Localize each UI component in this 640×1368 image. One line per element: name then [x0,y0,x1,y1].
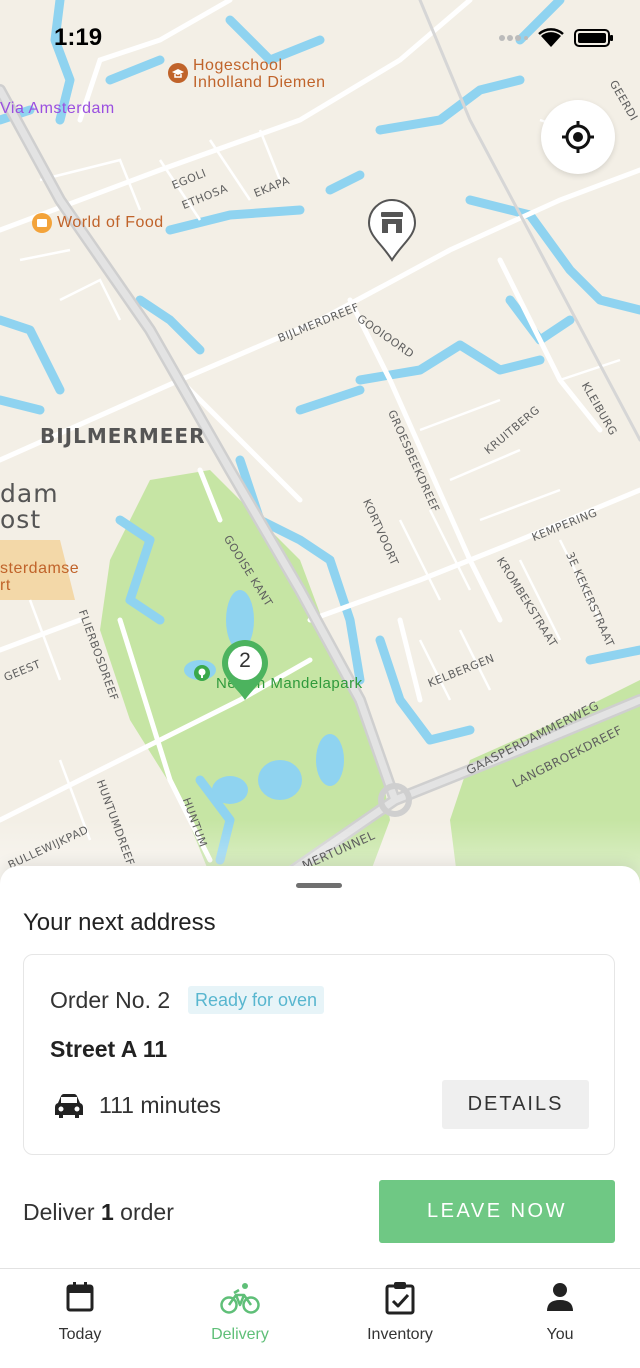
deliver-suffix: order [120,1199,174,1225]
person-icon [547,1283,573,1311]
sheet-title: Your next address [23,909,216,936]
tab-today[interactable]: Today [0,1269,160,1368]
deliver-summary: Deliver 1 order [23,1199,174,1226]
order-eta: 111 minutes [99,1092,221,1118]
map-label-amsterdamse-poort: sterdamse rt [0,560,80,594]
map-label-via-amsterdam: Via Amsterdam [0,100,115,117]
deliver-prefix: Deliver [23,1199,95,1225]
sheet-grabber[interactable] [296,883,342,888]
bottom-tab-bar: Today Delivery Inventory You [0,1268,640,1368]
tab-delivery[interactable]: Delivery [160,1269,320,1368]
map-label-world-of-food: World of Food [57,214,164,231]
car-icon [55,1094,83,1118]
tab-inventory[interactable]: Inventory [320,1269,480,1368]
cluster-count: 2 [239,649,251,672]
order-card[interactable]: Order No. 2 Ready for oven Street A 11 1… [23,954,615,1155]
map-label-amsterdam-oost: dam ost [0,479,59,534]
status-icons [498,28,614,48]
store-pin-icon [367,199,417,262]
order-address: Street A 11 [50,1036,168,1062]
map-view[interactable]: Hogeschool Inholland Diemen Via Amsterda… [0,0,640,900]
crosshair-icon [562,121,594,153]
bicycle-icon [220,1283,260,1314]
food-poi-icon [32,213,52,233]
order-cluster-pin[interactable]: 2 [220,638,270,707]
clipboard-check-icon [385,1282,415,1315]
tab-you[interactable]: You [480,1269,640,1368]
park-poi-icon [194,665,210,681]
order-number: Order No. 2 [50,987,171,1013]
tab-label-delivery: Delivery [211,1326,269,1343]
locate-me-button[interactable] [541,100,615,174]
tab-label-you: You [546,1326,574,1343]
store-location-pin[interactable] [366,198,418,267]
signal-icon [499,35,528,41]
battery-icon [574,29,613,47]
leave-now-button[interactable]: LEAVE NOW [379,1180,615,1243]
status-bar: 1:19 [0,0,640,80]
deliver-count: 1 [100,1199,114,1225]
tab-label-today: Today [58,1326,102,1343]
next-address-sheet: Your next address Order No. 2 Ready for … [0,866,640,1268]
status-time: 1:19 [54,24,103,51]
tab-label-inventory: Inventory [367,1326,433,1343]
wifi-icon [538,28,564,47]
details-button[interactable]: DETAILS [442,1080,589,1129]
map-label-bijlmermeer: BIJLMERMEER [40,424,206,448]
calendar-icon [66,1282,94,1312]
order-status-badge: Ready for oven [188,986,325,1014]
